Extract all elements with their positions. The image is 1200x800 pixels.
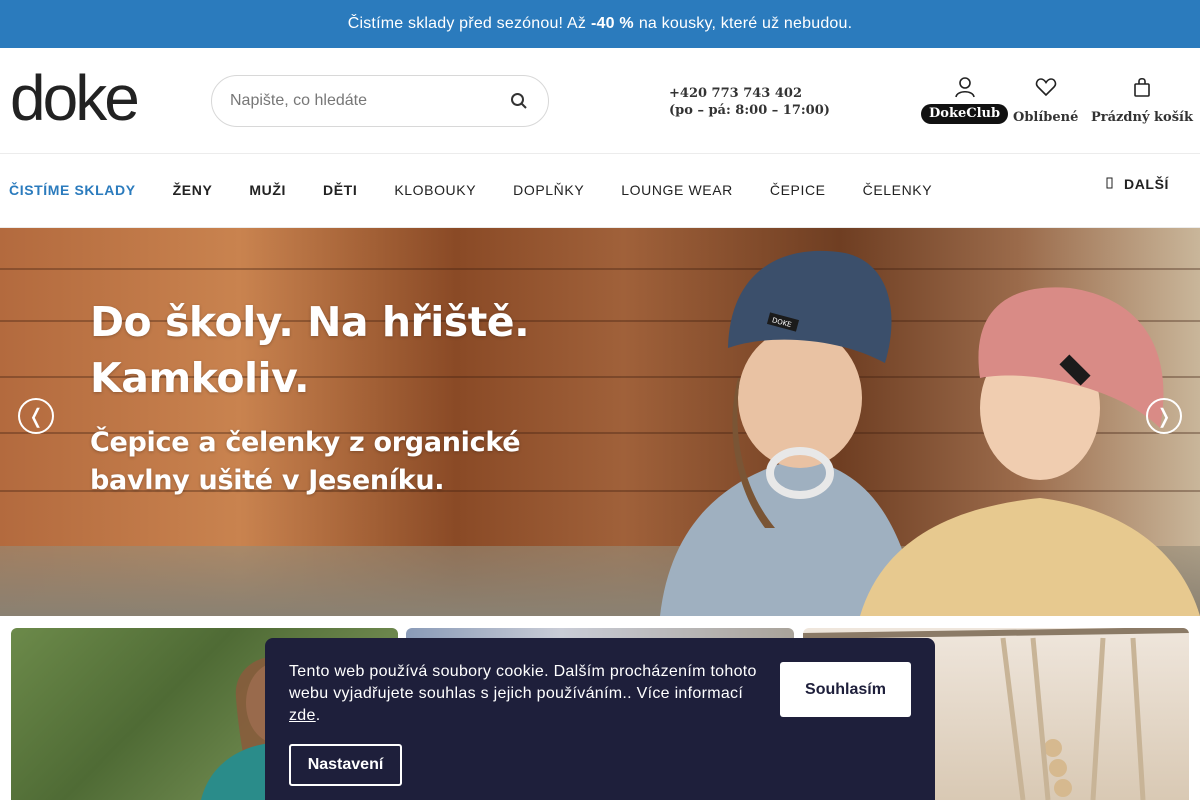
cookie-consent-panel: Tento web používá soubory cookie. Dalším… [265,638,935,800]
nav-item-clearance[interactable]: ČISTÍME SKLADY [9,182,136,198]
contact-info: +420 773 743 402 (po – pá: 8:00 – 17:00) [669,85,830,119]
nav-item-kids[interactable]: DĚTI [323,182,357,198]
cart-icon [1134,77,1150,97]
cookie-message: Tento web používá soubory cookie. Dalším… [289,663,757,724]
logo[interactable]: doke [10,66,140,130]
cookie-agree-button[interactable]: Souhlasím [780,662,911,717]
favorites-link[interactable]: Oblíbené [1013,76,1078,125]
nav-item-beanies[interactable]: ČEPICE [770,182,826,198]
opening-hours: (po – pá: 8:00 – 17:00) [669,103,830,118]
doke-club-link[interactable]: DokeClub [921,76,1009,124]
promo-text: Čistíme sklady před sezónou! Až [347,15,587,32]
nav-more-button[interactable]: DALŠÍ [1106,176,1169,192]
phone-number[interactable]: +420 773 743 402 [669,85,830,102]
nav-item-headbands[interactable]: ČELENKY [863,182,933,198]
search-input[interactable] [230,92,508,110]
chevron-right-icon: ❭ [1155,405,1173,428]
nav-item-accessories[interactable]: DOPLŇKY [513,182,584,198]
site-header: doke +420 773 743 402 (po – pá: 8:00 – 1… [0,48,1200,154]
hero-subheadline: Čepice a čelenky z organické bavlny ušit… [90,427,521,496]
hero-banner[interactable]: DOKE Do školy. Na hřiště. Kamkoliv. Čepi… [0,228,1200,616]
promo-bar: Čistíme sklady před sezónou! Až -40 % na… [0,0,1200,48]
cookie-more-info-link[interactable]: zde [289,707,316,724]
main-navigation: ČISTÍME SKLADY ŽENY MUŽI DĚTI KLOBOUKY D… [0,154,1200,228]
cart-link[interactable]: Prázdný košík [1091,76,1193,125]
doke-club-badge: DokeClub [921,104,1009,124]
carousel-next-button[interactable]: ❭ [1146,398,1182,434]
promo-text-end: na kousky, které už nebudou. [638,15,853,32]
nav-item-hats[interactable]: KLOBOUKY [394,182,476,198]
hero-text: Do školy. Na hřiště. Kamkoliv. Čepice a … [90,294,530,500]
hero-photo-kids: DOKE [660,250,1200,616]
cart-label: Prázdný košík [1091,110,1193,125]
search-box [211,75,549,127]
carousel-prev-button[interactable]: ❬ [18,398,54,434]
nav-more-label: DALŠÍ [1124,176,1169,192]
user-icon [954,77,975,98]
menu-icon [1106,177,1114,192]
cookie-settings-button[interactable]: Nastavení [289,744,402,786]
hero-headline: Do školy. Na hřiště. Kamkoliv. [90,298,530,402]
promo-discount: -40 % [591,15,634,32]
favorites-label: Oblíbené [1013,110,1079,125]
nav-item-women[interactable]: ŽENY [173,182,213,198]
nav-item-lounge-wear[interactable]: LOUNGE WEAR [621,182,733,198]
nav-item-men[interactable]: MUŽI [249,182,286,198]
search-icon[interactable] [508,90,530,112]
chevron-left-icon: ❬ [27,405,45,428]
heart-icon [1035,78,1056,97]
